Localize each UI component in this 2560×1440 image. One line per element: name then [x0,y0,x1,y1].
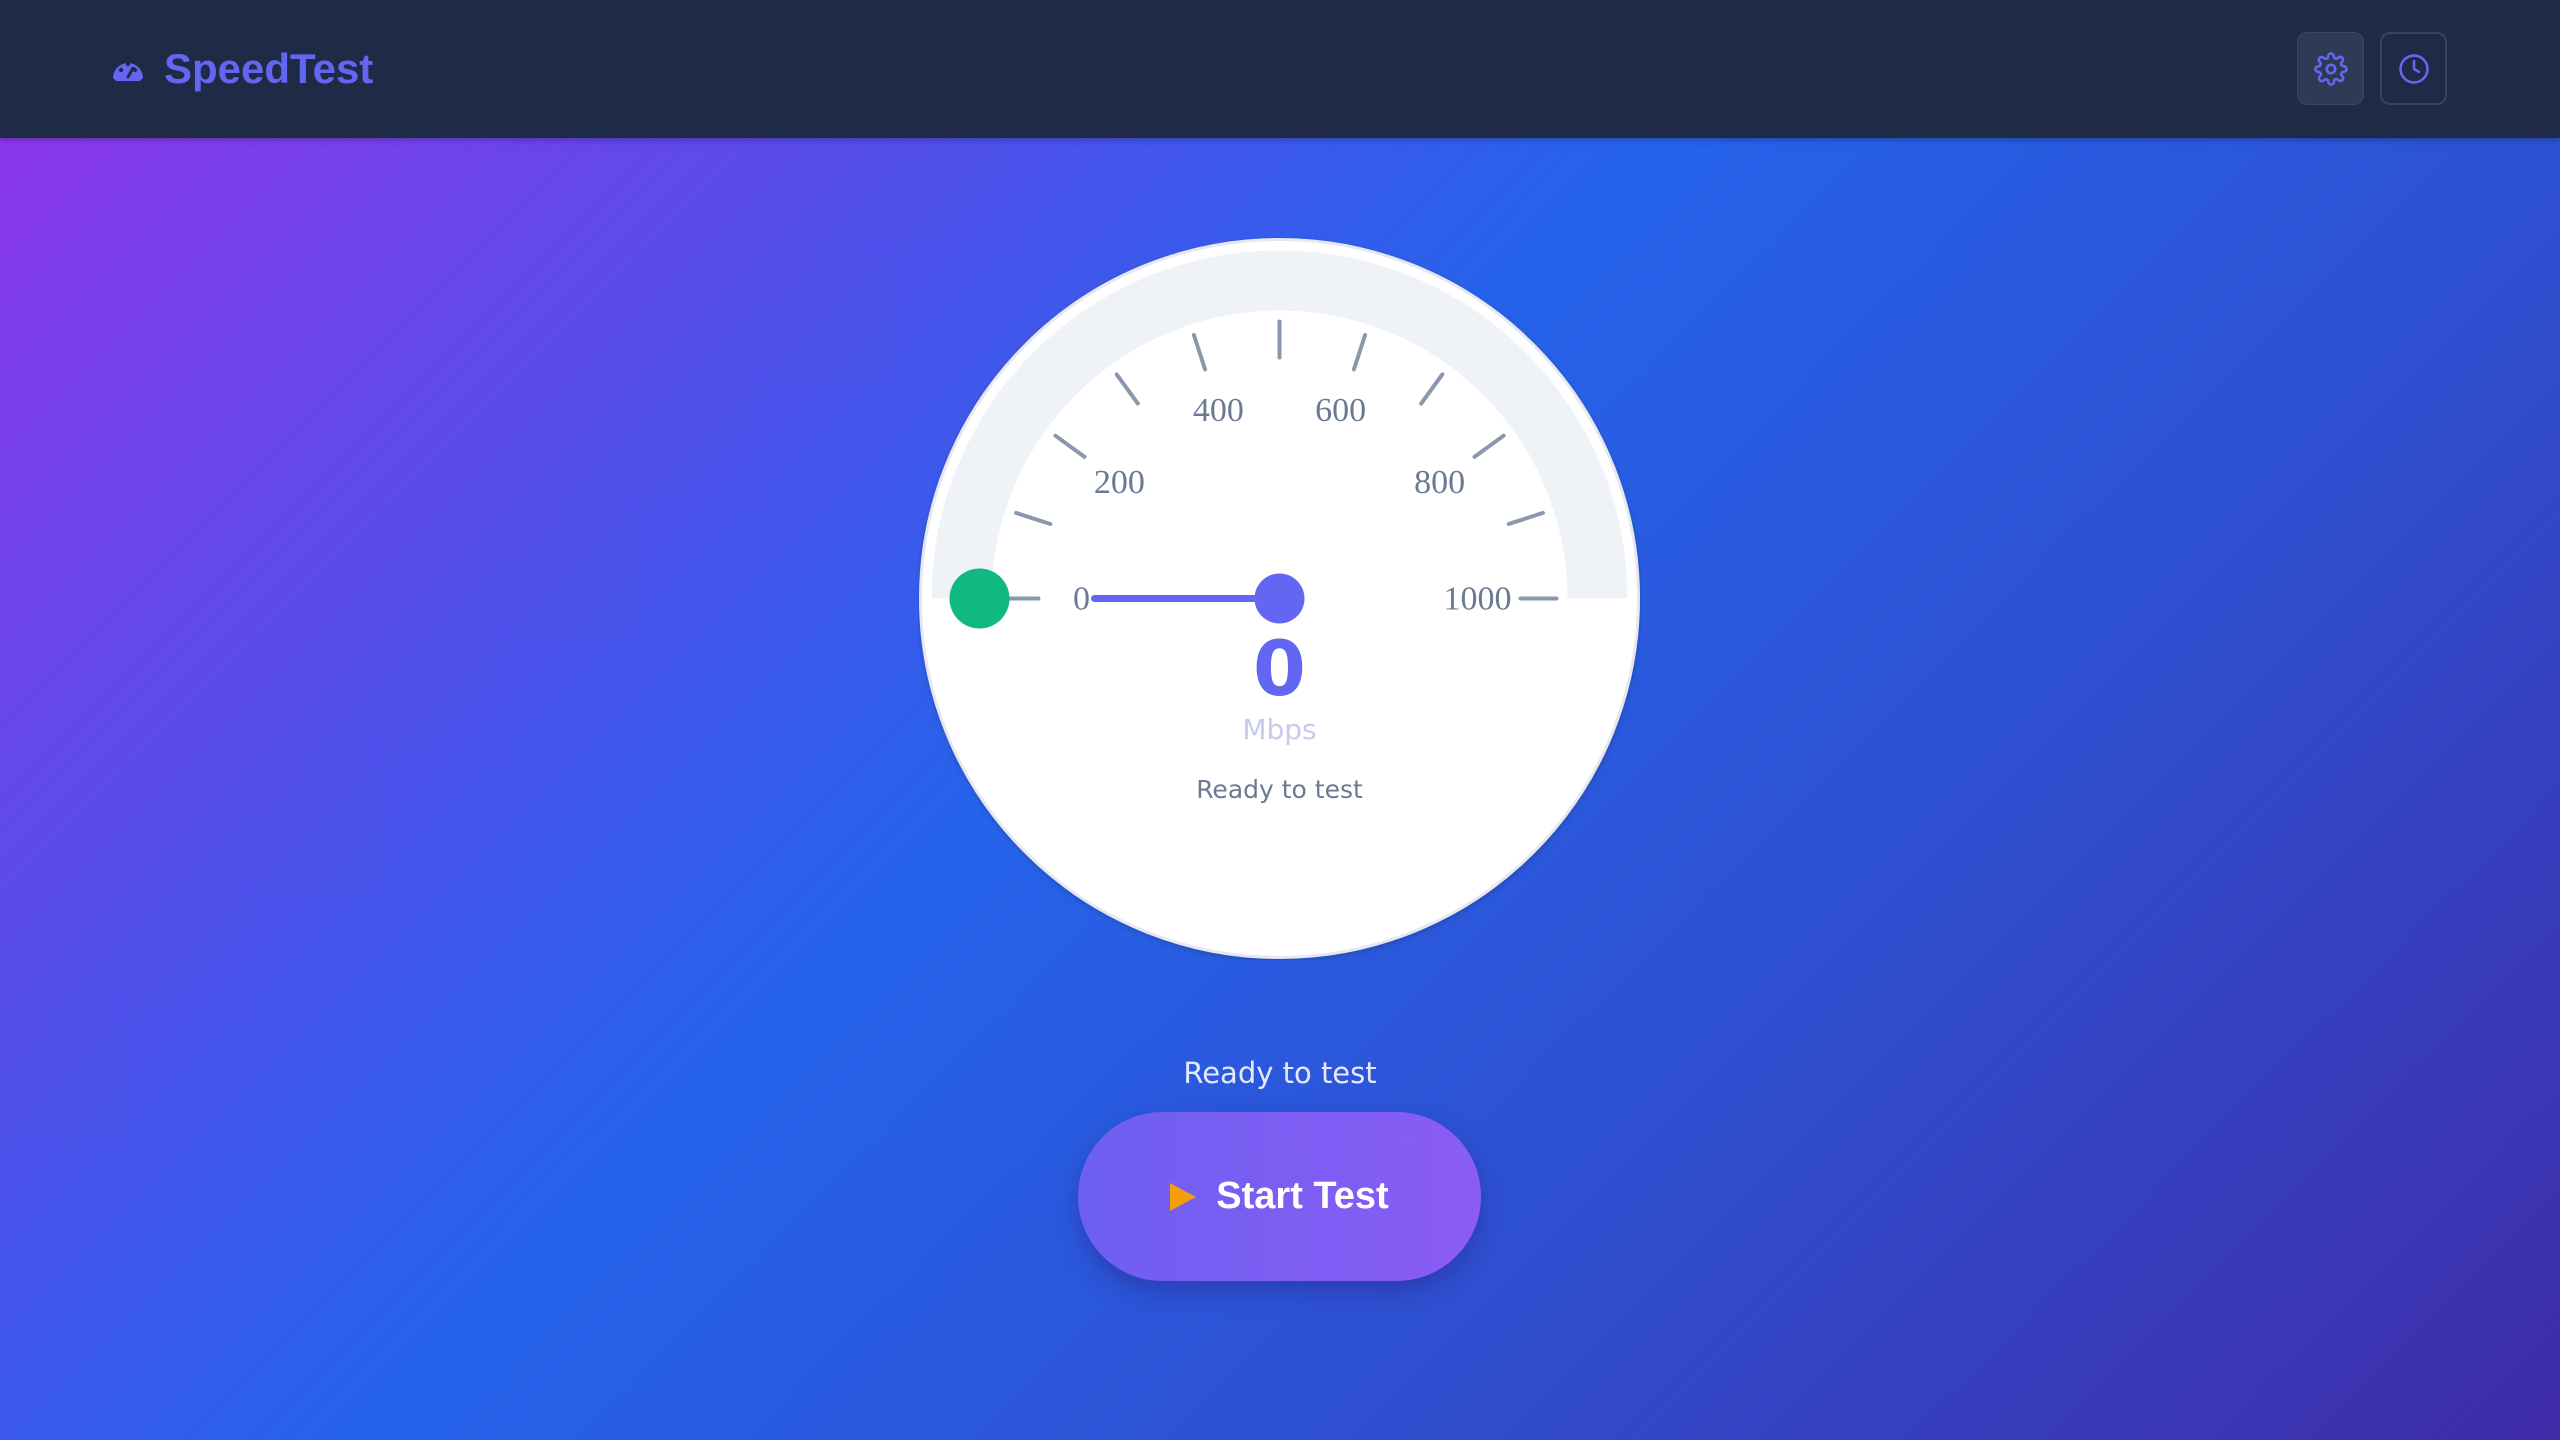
gauge-tick-label: 1000 [1444,581,1512,618]
start-test-button[interactable]: Start Test [1078,1112,1481,1281]
gauge-tick-label: 600 [1315,392,1366,429]
speed-value: 0 [1253,624,1306,713]
top-bar: SpeedTest [0,0,2560,138]
gear-icon [2313,51,2348,86]
gauge-tick-label: 800 [1414,464,1465,501]
start-test-label: Start Test [1216,1175,1389,1217]
status-message: Ready to test [1183,1056,1377,1090]
gauge-tick-label: 400 [1193,392,1244,429]
play-icon [1170,1182,1197,1211]
gauge-dial: 0 200 400 600 800 1000 [919,238,1640,959]
speed-unit: Mbps [1242,713,1317,746]
clock-icon [2398,53,2429,84]
gauge-tick-label: 0 [1073,581,1090,618]
gauge-status: Ready to test [1196,775,1363,804]
needle-hub [1254,573,1305,624]
gauge-tick-label: 200 [1094,464,1145,501]
brand[interactable]: SpeedTest [110,38,373,100]
settings-button[interactable] [2297,32,2364,105]
start-indicator-dot [949,568,1010,629]
app-title: SpeedTest [164,45,374,92]
gauge-icon [113,61,143,81]
speed-gauge: 0 200 400 600 800 1000 0 Mbps Ready to test [918,237,1641,960]
history-button[interactable] [2380,32,2447,105]
